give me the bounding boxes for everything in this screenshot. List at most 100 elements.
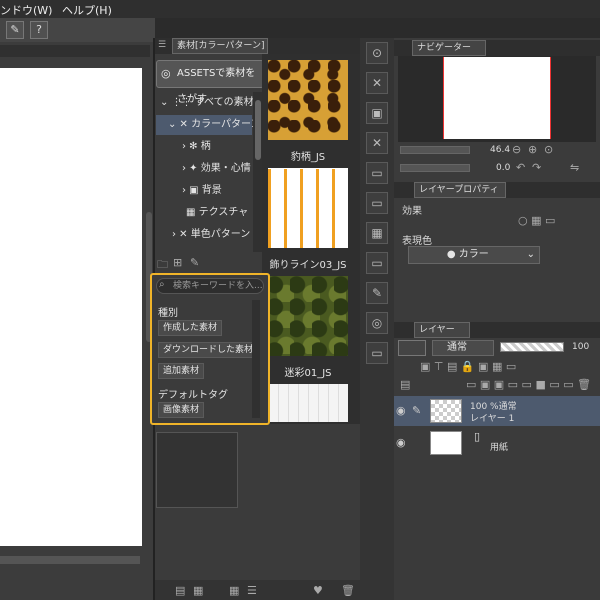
zoom-value: 46.4 [490,145,511,155]
help-icon[interactable]: ? [30,21,48,39]
layer-row-1[interactable]: ◉ ✎ 100 %通常 レイヤー 1 [394,396,600,426]
flip-icon[interactable]: ⇋ [570,161,579,174]
chevron-down-icon: ⌄ [526,249,535,260]
panel-icon-6[interactable]: ▭ [366,192,388,214]
trash-icon[interactable]: 🗑 [341,584,355,597]
effect-options-icon[interactable]: ○ ▦ ▭ [518,214,555,227]
rotation-slider[interactable] [400,164,470,172]
thumbnail-camo[interactable] [268,276,348,356]
panel-icon-11[interactable]: ▭ [366,342,388,364]
thumbnail-leopard[interactable] [268,60,348,140]
panel-icon-8[interactable]: ▭ [366,252,388,274]
assets-search-button[interactable]: ◎ ASSETSで素材をさがす [156,60,264,105]
thumbnail-label: 飾りライン03_JS [269,260,347,271]
eye-icon[interactable]: ◉ [396,404,406,417]
tree-item-solid-pattern[interactable]: › ✕ 単色パターン [172,224,250,246]
layer-name: レイヤー 1 [470,414,515,424]
layer-actions-icons[interactable]: ▭ ▣ ▣ ▭ ▭ ■ ▭ ▭ 🗑 [466,378,591,391]
view-thumb-icon[interactable]: ▦ [193,584,203,597]
color-select-value: カラー [458,249,489,260]
view-list-icon[interactable]: ▤ [175,584,185,597]
layer-list-empty [394,460,600,600]
tree-item-effect[interactable]: › ✦ 効果・心情 [182,158,251,180]
pen-lock-icon[interactable]: ✎ [412,404,421,417]
tree-label: 効果・心情 [200,163,251,174]
view-grid-icon[interactable]: ▦ [229,584,239,597]
layer-name: 用紙 [490,443,509,453]
filter-image-material[interactable]: 画像素材 [158,402,205,418]
panel-icon-4[interactable]: ✕ [366,132,388,154]
tree-label: 柄 [200,141,211,152]
rotate-left-icon[interactable]: ↶ [516,161,525,174]
paper-icon: ▯ [474,430,481,443]
material-bottom-bar: ▤ ▦ ▦ ☰ ♥ 🗑 [155,580,360,600]
zoom-out-icon[interactable]: ⊖ [512,143,521,156]
top-bar [155,18,600,38]
default-tag-label: デフォルトタグ [158,390,228,401]
effect-label: 効果 [402,206,422,217]
pen-tool-icon[interactable]: ✎ [6,21,24,39]
layer-property-tab[interactable]: レイヤープロパティ [414,182,506,198]
thumbnail-label: 迷彩01_JS [284,368,332,379]
filter-downloaded[interactable]: ダウンロードした素材 [158,342,259,358]
panel-icon-3[interactable]: ▣ [366,102,388,124]
thumbnail-decor-line[interactable] [268,168,348,248]
menu-window[interactable]: ンドウ(W) [0,2,52,18]
canvas-paper[interactable] [0,68,142,546]
layer-row-paper[interactable]: ◉ ▯ 用紙 [394,428,600,458]
layer-tools-icons[interactable]: ▣ ⊤ ▤ 🔒 ▣ ▦ ▭ [420,360,516,373]
rotate-right-icon[interactable]: ↷ [532,161,541,174]
search-icon: ⌕ [159,279,165,290]
material-preview-box [156,432,238,508]
panel-icon-10[interactable]: ◎ [366,312,388,334]
tree-scroll-thumb[interactable] [255,100,261,160]
eye-icon[interactable]: ◉ [396,436,406,449]
filter-scrollbar[interactable] [252,300,260,418]
blend-mode-select[interactable]: 通常 [432,340,494,356]
add-folder-icon[interactable]: ⊞ [173,256,182,269]
tree-label: テクスチャ [198,207,249,218]
material-tab[interactable]: 素材[カラーパターン] [172,38,268,54]
zoom-fit-icon[interactable]: ⊙ [544,143,553,156]
panel-icon-7[interactable]: ▦ [366,222,388,244]
layer-tab[interactable]: レイヤー [414,322,470,338]
paper-thumbnail [430,431,462,455]
opacity-slider[interactable] [500,342,564,352]
view-detail-icon[interactable]: ☰ [247,584,257,597]
edit-icon[interactable]: ✎ [190,256,199,269]
tree-item-pattern[interactable]: › ✻ 柄 [182,136,211,158]
filter-added[interactable]: 追加素材 [158,363,205,379]
assets-icon: ◎ [161,67,171,80]
expression-color-select[interactable]: ● カラー ⌄ [408,246,540,264]
zoom-slider[interactable] [400,146,470,154]
favorite-icon[interactable]: ♥ [313,584,323,597]
opacity-value: 100 [572,342,590,352]
rotation-value: 0.0 [496,163,511,173]
thumbnail-label: 豹柄_JS [290,152,326,163]
layer-color-box[interactable] [398,340,426,356]
material-panel-icon[interactable]: ✕ [366,72,388,94]
command-bar: ✎ ? [0,18,155,42]
canvas-tabbar [0,45,150,57]
navigator-tab[interactable]: ナビゲーター [412,40,486,56]
layer-menu-icon[interactable]: ▤ [400,378,410,391]
tree-item-texture[interactable]: ▦ テクスチャ [186,202,248,224]
panel-menu-icon[interactable]: ☰ [158,40,166,50]
color-wheel-icon: ● [446,249,456,260]
filter-created[interactable]: 作成した素材 [158,320,223,336]
tree-label: 単色パターン [190,229,251,240]
panel-icon-5[interactable]: ▭ [366,162,388,184]
keyword-search-input[interactable]: 検索キーワードを入... [156,278,264,294]
tree-label: 背景 [201,185,222,196]
tree-label: カラーパターン [191,119,261,130]
navigator-canvas-preview [443,57,551,139]
search-panel-icon[interactable]: ⊙ [366,42,388,64]
panel-icon-9[interactable]: ✎ [366,282,388,304]
tree-item-color-pattern[interactable]: ⌄ ✕ カラーパターン [168,114,261,136]
tree-item-background[interactable]: › ▣ 背景 [182,180,222,202]
tree-item-all[interactable]: ⌄ ⋮⋮ すべての素材 [160,92,254,114]
zoom-in-icon[interactable]: ⊕ [528,143,537,156]
canvas-hscroll[interactable] [0,556,140,564]
thumbnail-partial[interactable] [268,384,348,422]
menu-help[interactable]: ヘルプ(H) [62,2,112,18]
